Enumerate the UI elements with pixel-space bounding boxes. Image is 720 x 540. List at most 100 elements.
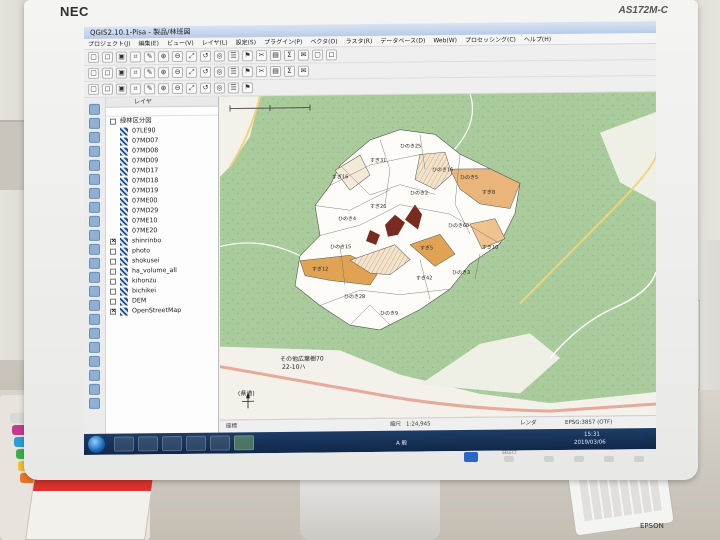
layer-checkbox[interactable]: ✕	[110, 238, 116, 245]
menu-item[interactable]: プロセッシング(C)	[461, 34, 520, 45]
layer-tool-icon[interactable]	[89, 299, 100, 311]
toolbar-button-icon[interactable]: ◎	[214, 82, 225, 94]
menu-item[interactable]: プラグイン(P)	[260, 37, 306, 47]
bezel-button[interactable]	[544, 456, 554, 462]
toolbar-button-icon[interactable]: ◎	[214, 66, 225, 78]
folder-icon[interactable]	[138, 436, 158, 452]
toolbar-button-icon[interactable]: ⚑	[242, 82, 253, 94]
toolbar-button-icon[interactable]: Σ	[284, 49, 295, 61]
bezel-button[interactable]	[604, 456, 614, 462]
toolbar-button-icon[interactable]: ⌗	[130, 51, 141, 63]
toolbar-button-icon[interactable]: ✉	[298, 65, 309, 77]
layer-tool-icon[interactable]	[89, 327, 100, 339]
toolbar-button-icon[interactable]: ▢	[88, 83, 99, 95]
layer-tool-icon[interactable]	[89, 355, 100, 367]
menu-item[interactable]: プロジェクト(J)	[84, 38, 134, 49]
layer-tool-icon[interactable]	[89, 159, 100, 171]
map-canvas[interactable]: すぎ16 すぎ31 ひのき25 ひのき16 ひのき5 すぎ8 ひのき4 すぎ26 ひのき2 ひのき…	[220, 92, 656, 420]
toolbar-button-icon[interactable]: ◻	[326, 49, 337, 61]
menu-item[interactable]: レイヤ(L)	[198, 37, 232, 47]
toolbar-button-icon[interactable]: ✎	[144, 83, 155, 95]
toolbar-button-icon[interactable]: ⊕	[158, 51, 169, 63]
start-button[interactable]	[88, 435, 105, 453]
layer-tool-icon[interactable]	[89, 397, 100, 409]
toolbar-button-icon[interactable]: ◻	[102, 51, 113, 63]
layer-tool-icon[interactable]	[89, 229, 100, 241]
toolbar-button-icon[interactable]: Σ	[284, 65, 295, 77]
toolbar-button-icon[interactable]: ☰	[228, 66, 239, 78]
menu-item[interactable]: 設定(S)	[232, 37, 261, 47]
layer-checkbox[interactable]	[110, 298, 116, 305]
menu-item[interactable]: ベクタ(O)	[306, 36, 341, 46]
toolbar-button-icon[interactable]: ⤢	[186, 82, 197, 94]
toolbar-button-icon[interactable]: ⊕	[158, 67, 169, 79]
layer-tool-icon[interactable]	[89, 145, 100, 157]
layer-tool-icon[interactable]	[89, 131, 100, 143]
toolbar-button-icon[interactable]: ▤	[270, 49, 281, 62]
toolbar-button-icon[interactable]: ▣	[116, 67, 127, 79]
toolbar-button-icon[interactable]: ✉	[298, 49, 309, 61]
toolbar-button-icon[interactable]: ⌗	[130, 83, 141, 95]
toolbar-button-icon[interactable]: ⊖	[172, 50, 183, 63]
toolbar-button-icon[interactable]: ⤢	[186, 66, 197, 78]
render-label[interactable]: レンダ	[520, 417, 537, 429]
toolbar-button-icon[interactable]: ▣	[116, 83, 127, 95]
menu-item[interactable]: データベース(D)	[376, 35, 429, 46]
toolbar-button-icon[interactable]: ⊖	[172, 82, 183, 95]
layer-tool-icon[interactable]	[89, 313, 100, 325]
layer-tool-icon[interactable]	[89, 285, 100, 297]
toolbar-button-icon[interactable]: ◎	[214, 50, 225, 62]
layer-tool-icon[interactable]	[89, 369, 100, 381]
app-icon[interactable]	[210, 435, 230, 451]
layer-tool-icon[interactable]	[89, 117, 100, 129]
power-button[interactable]	[634, 456, 644, 462]
layer-tool-icon[interactable]	[89, 173, 100, 185]
layer-item[interactable]: ✕ OpenStreetMap	[106, 306, 218, 317]
group-checkbox[interactable]	[110, 118, 116, 125]
toolbar-button-icon[interactable]: ⊕	[158, 83, 169, 95]
layer-checkbox[interactable]	[110, 278, 116, 285]
layer-tool-icon[interactable]	[89, 341, 100, 353]
toolbar-button-icon[interactable]: ⤢	[186, 50, 197, 62]
layer-checkbox[interactable]	[110, 268, 116, 275]
toolbar-button-icon[interactable]: ✎	[144, 51, 155, 63]
qgis-icon[interactable]	[234, 435, 254, 451]
layer-tool-icon[interactable]	[89, 243, 100, 255]
toolbar-button-icon[interactable]: ▣	[116, 51, 127, 63]
bezel-button[interactable]	[574, 456, 584, 462]
layer-tool-icon[interactable]	[89, 271, 100, 283]
toolbar-button-icon[interactable]: ☰	[228, 82, 239, 94]
toolbar-button-icon[interactable]: ◻	[102, 67, 113, 79]
layer-tool-icon[interactable]	[89, 187, 100, 199]
toolbar-button-icon[interactable]: ▢	[88, 51, 99, 63]
toolbar-button-icon[interactable]: ⊖	[172, 66, 183, 79]
toolbar-button-icon[interactable]: ⚑	[242, 66, 253, 78]
scale-value[interactable]: 1:24,945	[406, 418, 431, 430]
ie-icon[interactable]	[114, 436, 134, 452]
menu-item[interactable]: ラスタ(R)	[342, 36, 377, 46]
crs-label[interactable]: EPSG:3857 (OTF)	[565, 416, 612, 428]
layer-checkbox[interactable]	[110, 248, 116, 255]
menu-item[interactable]: 編集(E)	[134, 38, 162, 48]
ime-indicator[interactable]: A 般	[396, 439, 407, 447]
menu-item[interactable]: Web(W)	[429, 35, 461, 45]
toolbar-button-icon[interactable]: ⚑	[242, 50, 253, 62]
toolbar-button-icon[interactable]: ↺	[200, 66, 211, 78]
menu-item[interactable]: ヘルプ(H)	[520, 34, 555, 44]
toolbar-button-icon[interactable]: ✂	[256, 50, 267, 62]
layer-tool-icon[interactable]	[89, 257, 100, 269]
toolbar-button-icon[interactable]: ◻	[102, 83, 113, 95]
layer-tool-icon[interactable]	[89, 201, 100, 213]
menu-item[interactable]: ビュー(V)	[163, 38, 198, 48]
layer-checkbox[interactable]	[110, 288, 116, 295]
bezel-button[interactable]	[504, 456, 514, 462]
toolbar-button-icon[interactable]: ✎	[144, 67, 155, 79]
layer-checkbox[interactable]	[110, 258, 116, 265]
media-icon[interactable]	[162, 435, 182, 452]
toolbar-button-icon[interactable]: ▤	[270, 65, 281, 78]
layer-tool-icon[interactable]	[89, 383, 100, 395]
toolbar-button-icon[interactable]: ↺	[200, 50, 211, 62]
layer-tool-icon[interactable]	[89, 103, 100, 115]
layer-checkbox[interactable]: ✕	[110, 308, 116, 315]
toolbar-button-icon[interactable]: ▢	[312, 49, 323, 61]
